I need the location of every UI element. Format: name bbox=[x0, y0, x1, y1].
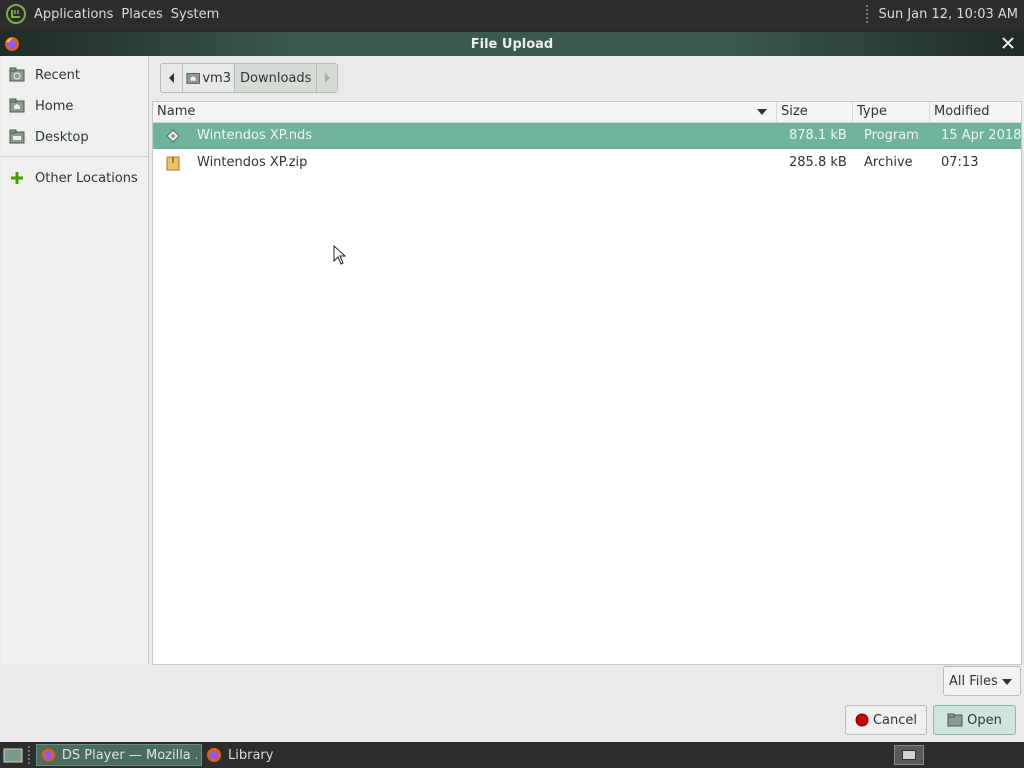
sidebar-item-label: Other Locations bbox=[35, 170, 138, 186]
file-modified: 15 Apr 2018 bbox=[941, 128, 1022, 143]
file-upload-dialog: Recent Home Desktop Other Locations vm3 … bbox=[0, 56, 1024, 742]
file-modified: 07:13 bbox=[941, 155, 979, 170]
file-filter-dropdown[interactable]: All Files bbox=[943, 666, 1021, 696]
task-label: DS Player — Mozilla ... bbox=[61, 747, 197, 763]
panel-handle[interactable] bbox=[866, 5, 870, 23]
column-size[interactable]: Size bbox=[777, 102, 853, 123]
path-segment-label: vm3 bbox=[202, 70, 231, 86]
column-header: Name Size Type Modified bbox=[153, 102, 1021, 123]
task-ds-player[interactable]: DS Player — Mozilla ... bbox=[36, 744, 202, 766]
chevron-left-icon bbox=[168, 73, 174, 83]
sidebar-item-label: Recent bbox=[35, 67, 80, 83]
menu-places[interactable]: Places bbox=[117, 7, 166, 22]
path-segment-label: Downloads bbox=[240, 70, 312, 86]
recent-icon bbox=[9, 67, 25, 82]
firefox-icon bbox=[207, 748, 221, 762]
file-size: 878.1 kB bbox=[789, 128, 847, 143]
linux-mint-logo-icon[interactable] bbox=[6, 4, 26, 24]
window-title: File Upload bbox=[470, 36, 554, 52]
file-row[interactable]: Wintendos XP.nds 878.1 kB Program 15 Apr… bbox=[153, 123, 1021, 149]
sidebar-item-desktop[interactable]: Desktop bbox=[1, 123, 149, 151]
column-name[interactable]: Name bbox=[153, 102, 777, 123]
sidebar-item-recent[interactable]: Recent bbox=[1, 61, 149, 89]
taskbar-handle[interactable] bbox=[28, 746, 32, 764]
program-file-icon bbox=[166, 129, 180, 143]
column-label: Modified bbox=[934, 104, 990, 119]
cancel-label: Cancel bbox=[872, 712, 918, 728]
cancel-button[interactable]: Cancel bbox=[845, 705, 927, 735]
column-type[interactable]: Type bbox=[853, 102, 930, 123]
file-name: Wintendos XP.zip bbox=[197, 155, 308, 170]
close-icon[interactable] bbox=[1000, 35, 1016, 51]
bottom-taskbar: DS Player — Mozilla ... Library bbox=[0, 742, 1024, 768]
cancel-icon bbox=[855, 713, 869, 727]
desktop-folder-icon bbox=[9, 129, 25, 144]
file-type: Program bbox=[864, 128, 919, 143]
open-folder-icon bbox=[947, 713, 963, 727]
sidebar-item-label: Home bbox=[35, 98, 74, 114]
chevron-down-icon bbox=[1002, 679, 1012, 685]
places-sidebar: Recent Home Desktop Other Locations bbox=[1, 56, 149, 665]
column-label: Type bbox=[857, 104, 887, 119]
firefox-icon[interactable] bbox=[4, 36, 20, 52]
open-button[interactable]: Open bbox=[933, 705, 1016, 735]
plus-icon bbox=[11, 172, 23, 184]
sidebar-item-other-locations[interactable]: Other Locations bbox=[1, 164, 149, 192]
sidebar-item-label: Desktop bbox=[35, 129, 89, 145]
task-library[interactable]: Library bbox=[202, 744, 277, 766]
column-label: Size bbox=[781, 104, 808, 119]
path-forward-button[interactable] bbox=[317, 64, 338, 92]
file-list[interactable]: Name Size Type Modified Wintendos XP.nds… bbox=[152, 101, 1022, 665]
chevron-right-icon bbox=[325, 73, 331, 83]
menu-system[interactable]: System bbox=[167, 7, 223, 22]
path-bar: vm3 Downloads bbox=[160, 63, 339, 93]
workspace-switcher[interactable] bbox=[894, 745, 924, 765]
window-titlebar[interactable]: File Upload bbox=[0, 32, 1024, 56]
clock[interactable]: Sun Jan 12, 10:03 AM bbox=[878, 7, 1018, 22]
filter-label: All Files bbox=[949, 673, 998, 689]
column-modified[interactable]: Modified bbox=[930, 102, 1021, 123]
task-label: Library bbox=[228, 747, 274, 763]
open-label: Open bbox=[967, 712, 1002, 728]
show-desktop-icon[interactable] bbox=[2, 745, 24, 765]
top-panel: Applications Places System Sun Jan 12, 1… bbox=[0, 0, 1024, 28]
path-back-button[interactable] bbox=[161, 64, 183, 92]
column-label: Name bbox=[157, 104, 196, 119]
home-folder-icon bbox=[9, 98, 25, 113]
file-name: Wintendos XP.nds bbox=[197, 128, 312, 143]
file-row[interactable]: Wintendos XP.zip 285.8 kB Archive 07:13 bbox=[153, 150, 1021, 176]
sort-descending-icon bbox=[757, 109, 767, 115]
mouse-pointer-icon bbox=[333, 245, 347, 265]
archive-file-icon bbox=[166, 156, 180, 171]
file-size: 285.8 kB bbox=[789, 155, 847, 170]
file-type: Archive bbox=[864, 155, 913, 170]
menu-applications[interactable]: Applications bbox=[30, 7, 117, 22]
path-segment-vm3[interactable]: vm3 bbox=[183, 64, 235, 92]
sidebar-item-home[interactable]: Home bbox=[1, 92, 149, 120]
firefox-icon bbox=[41, 748, 55, 762]
sidebar-separator bbox=[1, 156, 149, 157]
path-segment-downloads[interactable]: Downloads bbox=[235, 64, 318, 92]
workspace-icon bbox=[902, 750, 916, 760]
home-folder-icon bbox=[186, 73, 200, 84]
